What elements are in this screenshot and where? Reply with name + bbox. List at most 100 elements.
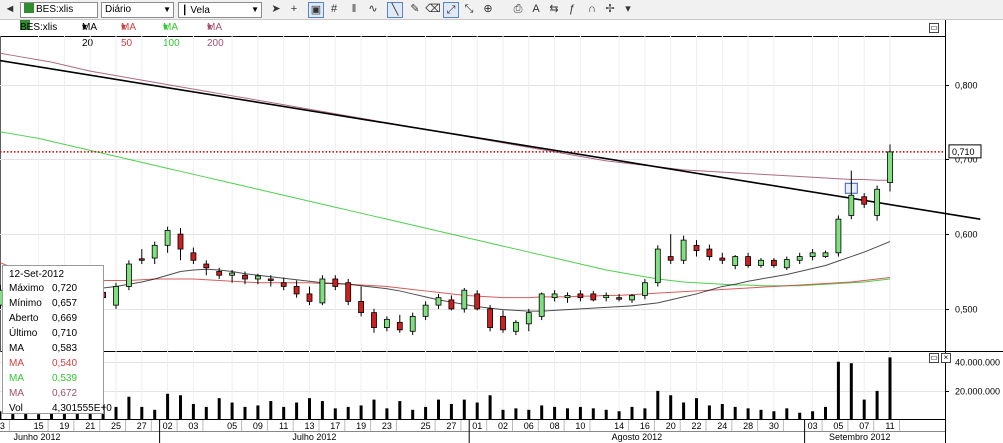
candlestick-chart[interactable]: 0,8000,7000,6000,50040.000.00020.000.000… [0, 0, 1003, 443]
date-tick-label: 05 [833, 421, 843, 431]
candle-body [848, 194, 855, 216]
info-row: Vol 4,301555E+0 [9, 401, 112, 416]
candle-body [113, 286, 119, 306]
ma50-line [0, 207, 891, 299]
date-tick-label: 25 [421, 421, 431, 431]
info-row-value: 0,657 [52, 298, 78, 309]
candle-body [422, 304, 429, 317]
candle-body [796, 256, 803, 261]
info-row-value: 0,720 [52, 283, 78, 294]
date-tick-label: 09 [253, 421, 263, 431]
pane-maximize-button[interactable]: ▭ [929, 23, 939, 33]
volume-bar [308, 398, 311, 420]
volume-pane-close-button[interactable]: × [941, 353, 951, 363]
date-tick-label: 02 [163, 421, 173, 431]
date-tick-label: 10 [575, 421, 585, 431]
candle-body [319, 278, 326, 304]
candle-body [629, 295, 635, 301]
info-row: Último 0,710 [9, 326, 101, 341]
candle-body [293, 286, 300, 295]
date-tick-label: 24 [717, 421, 727, 431]
volume-bar [114, 406, 118, 420]
volume-bar [553, 406, 557, 420]
date-tick-label: 03 [188, 421, 198, 431]
candle-body [306, 293, 313, 302]
volume-bar [140, 406, 144, 420]
candle-body [654, 248, 661, 284]
volume-bar [488, 395, 492, 420]
month-label: Agosto 2012 [612, 432, 663, 442]
volume-bar [514, 408, 518, 420]
info-row-label: Último [9, 328, 38, 339]
candle-body [267, 278, 274, 281]
candle-body [126, 263, 132, 287]
volume-bar [707, 405, 711, 420]
candle-body [203, 263, 210, 269]
candle-body [719, 257, 726, 261]
date-tick-label: 07 [859, 421, 869, 431]
date-tick-label: 11 [279, 421, 288, 431]
candle-body [383, 318, 390, 328]
price-tick-label: 0,500 [955, 305, 978, 315]
date-tick-label: 20 [666, 421, 676, 431]
date-tick-label: 02 [498, 421, 508, 431]
volume-bar [540, 405, 544, 420]
volume-bar [282, 406, 286, 420]
candle-body [229, 272, 236, 276]
date-tick-label: 05 [227, 421, 237, 431]
candle-body [435, 297, 442, 306]
candle-body [551, 293, 558, 299]
volume-bar [191, 403, 195, 420]
volume-pane-maximize-button[interactable]: ▭ [929, 353, 939, 363]
date-tick-label: 11 [885, 421, 894, 431]
candle-body [874, 188, 880, 216]
volume-bar [836, 361, 840, 420]
candle-body [345, 282, 352, 302]
candle-body [745, 256, 751, 266]
candle-body [758, 259, 764, 266]
volume-bar [862, 399, 866, 420]
candle-body [603, 295, 610, 299]
volume-bar [875, 390, 879, 420]
candle-body [371, 312, 377, 328]
candle-body [680, 239, 687, 261]
candle-body [538, 293, 545, 317]
month-label: Setembro 2012 [829, 432, 891, 442]
candle-body [177, 233, 184, 250]
candle-body [396, 321, 403, 331]
volume-bar [720, 403, 724, 420]
info-row-label: MA [9, 388, 24, 399]
info-row-label: MA [9, 343, 24, 354]
volume-bar [630, 406, 634, 420]
volume-bar [811, 411, 815, 420]
volume-bar [437, 399, 440, 420]
date-tick-label: 13 [304, 421, 314, 431]
date-tick-label: 19 [356, 421, 366, 431]
date-tick-label: 08 [550, 421, 560, 431]
candle-body [332, 278, 339, 287]
volume-bar [888, 357, 892, 420]
date-tick-label: 17 [330, 421, 340, 431]
volume-bar [411, 409, 415, 420]
volume-tick-label: 40.000.000 [955, 358, 1000, 368]
trendline-layer [0, 59, 981, 220]
candles [0, 144, 893, 336]
info-row: Mínimo 0,657 [9, 296, 101, 311]
price-tick-label: 0,800 [955, 81, 978, 91]
volume-bar [346, 406, 350, 420]
candle-body [164, 229, 171, 246]
last-price-label: 0,710 [952, 147, 975, 157]
date-tick-label: 23 [382, 421, 392, 431]
candle-body [216, 271, 223, 276]
info-row-label: Mínimo [9, 298, 42, 309]
volume-bar [759, 409, 763, 420]
info-row-value: 0,539 [52, 373, 78, 384]
candle-body [474, 293, 481, 310]
candle-body [409, 315, 416, 332]
candle-body [448, 299, 455, 310]
volume-bar [527, 409, 531, 420]
volume-bar [359, 405, 363, 420]
date-tick-label: 28 [743, 421, 753, 431]
moving-averages [0, 39, 891, 312]
volume-tick-label: 20.000.000 [955, 387, 1000, 397]
